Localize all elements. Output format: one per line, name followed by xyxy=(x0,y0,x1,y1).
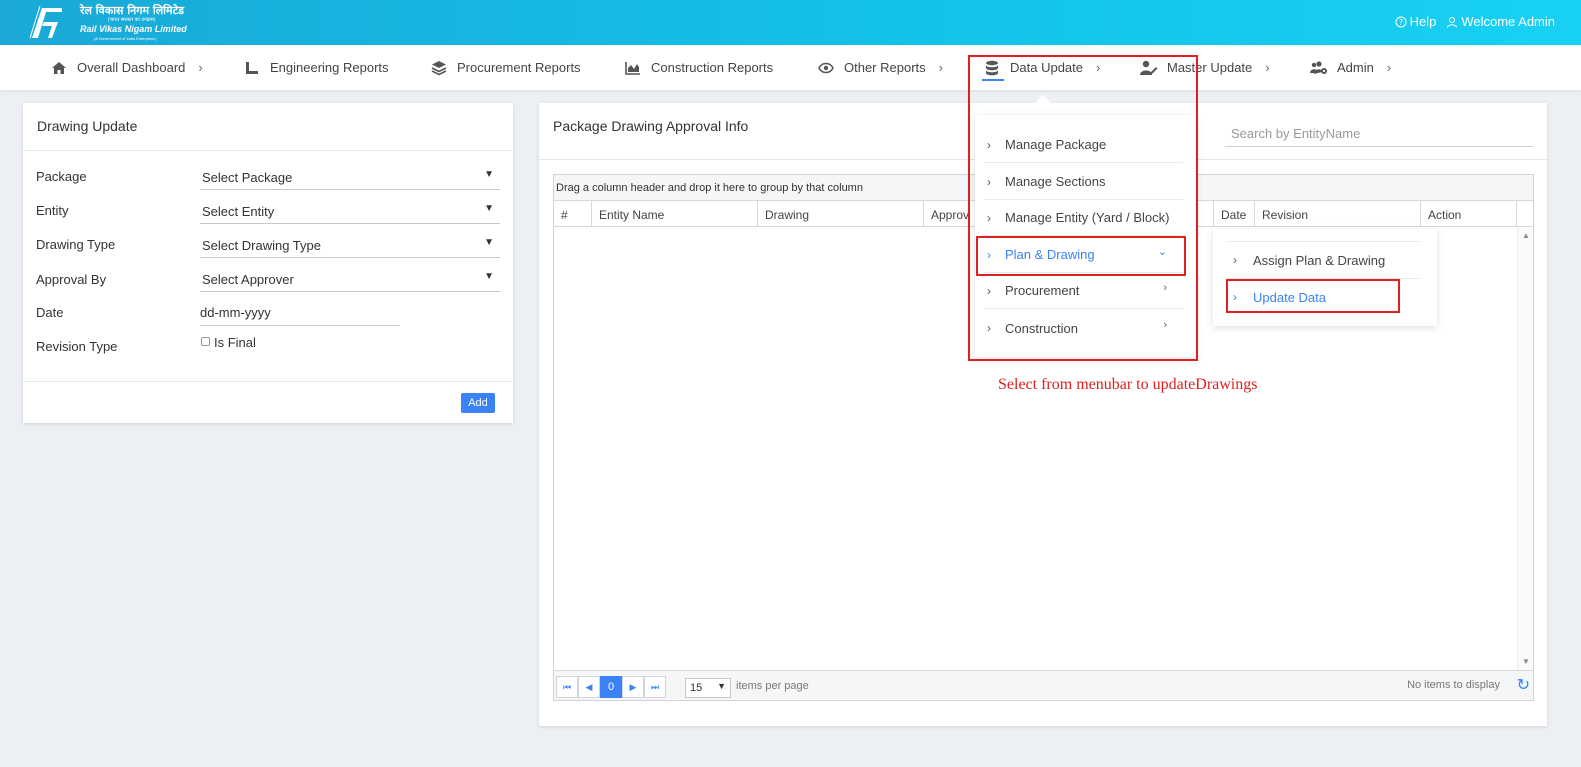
rvnl-logo-icon xyxy=(29,5,62,39)
column-header-action[interactable]: Action xyxy=(1421,201,1517,227)
prev-page-icon[interactable]: ◀ xyxy=(578,676,600,698)
question-circle-icon: ? xyxy=(1395,16,1407,27)
highlight-box-data-update xyxy=(968,55,1198,361)
approval-info-title: Package Drawing Approval Info xyxy=(553,118,749,134)
column-header-revision[interactable]: Revision xyxy=(1255,201,1421,227)
logo-small-text: (भारत सरकार का उपक्रम) xyxy=(108,17,156,23)
drawing-type-label: Drawing Type xyxy=(36,237,116,252)
home-icon xyxy=(50,59,68,77)
entity-select[interactable]: Select Entity ▼ xyxy=(200,200,500,224)
user-icon xyxy=(1447,16,1458,28)
add-button[interactable]: Add xyxy=(461,393,495,413)
nav-procurement-reports[interactable]: Procurement Reports xyxy=(430,45,581,90)
nav-label: Overall Dashboard xyxy=(77,60,186,75)
users-cog-icon xyxy=(1310,59,1328,77)
eye-icon xyxy=(817,59,835,77)
divider xyxy=(23,150,513,151)
no-items-label: No items to display xyxy=(1407,679,1500,691)
logo-hindi-text: रेल विकास निगम लिमिटेड xyxy=(80,4,185,17)
nav-overall-dashboard[interactable]: Overall Dashboard › xyxy=(50,45,203,90)
drawing-update-card: Drawing Update Package Select Package ▼ … xyxy=(23,103,513,423)
logo-tagline: (A Government of India Enterprise) xyxy=(94,36,156,41)
svg-text:?: ? xyxy=(1398,18,1402,27)
welcome-label: Welcome Admin xyxy=(1461,14,1555,29)
caret-down-icon: ▼ xyxy=(484,237,494,248)
caret-down-icon: ▼ xyxy=(484,271,494,282)
annotation-text: Select from menubar to updateDrawings xyxy=(998,376,1258,393)
top-header-bar: रेल विकास निगम लिमिटेड (भारत सरकार का उप… xyxy=(0,0,1581,45)
chevron-right-icon: › xyxy=(1233,253,1237,267)
page-size-value: 15 xyxy=(690,682,703,694)
chevron-right-icon: › xyxy=(938,60,943,75)
entity-search-input[interactable]: Search by EntityName xyxy=(1225,123,1533,147)
welcome-user[interactable]: Welcome Admin xyxy=(1446,14,1555,29)
date-input[interactable]: dd-mm-yyyy xyxy=(200,302,400,326)
main-navbar: Overall Dashboard › Engineering Reports … xyxy=(0,45,1581,90)
drawing-update-title: Drawing Update xyxy=(37,118,138,134)
highlight-box-update-data xyxy=(1226,279,1400,313)
rvnl-logo[interactable]: रेल विकास निगम लिमिटेड (भारत सरकार का उप… xyxy=(28,2,188,42)
scroll-up-icon[interactable]: ▲ xyxy=(1522,231,1530,240)
scroll-down-icon[interactable]: ▼ xyxy=(1522,657,1530,666)
nav-label: Construction Reports xyxy=(651,60,774,75)
package-select-value: Select Package xyxy=(202,170,293,185)
items-per-page-label: items per page xyxy=(736,680,809,692)
package-label: Package xyxy=(36,169,87,184)
nav-label: Procurement Reports xyxy=(457,60,581,75)
submenu-item-assign-plan-drawing[interactable]: › Assign Plan & Drawing xyxy=(1226,241,1421,278)
vertical-scrollbar[interactable]: ▲ ▼ xyxy=(1517,227,1533,670)
nav-label: Other Reports xyxy=(844,60,926,75)
nav-label: Engineering Reports xyxy=(270,60,389,75)
divider xyxy=(23,381,513,382)
column-header-drawing[interactable]: Drawing xyxy=(758,201,924,227)
caret-down-icon: ▼ xyxy=(484,203,494,214)
chevron-right-icon: › xyxy=(198,60,203,75)
drawing-type-select-value: Select Drawing Type xyxy=(202,238,321,253)
revision-type-label: Revision Type xyxy=(36,339,118,354)
layers-icon xyxy=(430,59,448,77)
nav-engineering-reports[interactable]: Engineering Reports xyxy=(243,45,389,90)
area-chart-icon xyxy=(624,59,642,77)
next-page-icon[interactable]: ▶ xyxy=(622,676,644,698)
chevron-right-icon: › xyxy=(1386,60,1392,75)
refresh-icon[interactable]: ↻ xyxy=(1517,675,1530,695)
last-page-icon[interactable]: ⏭ xyxy=(644,676,666,698)
column-header-entity-name[interactable]: Entity Name xyxy=(592,201,758,227)
package-select[interactable]: Select Package ▼ xyxy=(200,166,500,190)
drawing-type-select[interactable]: Select Drawing Type ▼ xyxy=(200,234,500,258)
nav-construction-reports[interactable]: Construction Reports xyxy=(624,45,773,90)
column-header-date[interactable]: Date xyxy=(1214,201,1255,227)
logo-english-text: Rail Vikas Nigam Limited xyxy=(80,24,187,34)
grid-pager: ⏮ ◀ 0 ▶ ⏭ 15 ▼ items per page No items t… xyxy=(554,670,1533,700)
approver-select[interactable]: Select Approver ▼ xyxy=(200,268,500,292)
chevron-right-icon: › xyxy=(1265,60,1270,75)
first-page-icon[interactable]: ⏮ xyxy=(556,676,578,698)
nav-admin[interactable]: Admin › xyxy=(1310,45,1391,90)
help-label: Help xyxy=(1409,14,1437,29)
header-user-area: ? Help Welcome Admin xyxy=(1395,14,1555,29)
column-header-index[interactable]: # xyxy=(554,201,592,227)
date-label: Date xyxy=(36,305,64,320)
is-final-label: Is Final xyxy=(214,335,256,350)
help-link[interactable]: ? Help xyxy=(1395,14,1437,29)
submenu-item-label: Assign Plan & Drawing xyxy=(1253,252,1386,268)
nav-other-reports[interactable]: Other Reports › xyxy=(817,45,943,90)
approval-by-label: Approval By xyxy=(36,272,107,287)
page-size-select[interactable]: 15 ▼ xyxy=(685,678,731,698)
nav-label: Admin xyxy=(1337,60,1374,75)
entity-select-value: Select Entity xyxy=(202,204,275,219)
approver-select-value: Select Approver xyxy=(202,272,294,287)
current-page-button[interactable]: 0 xyxy=(600,676,622,698)
caret-down-icon: ▼ xyxy=(484,169,494,180)
caret-down-icon: ▼ xyxy=(717,681,726,691)
is-final-checkbox[interactable] xyxy=(201,337,210,346)
highlight-box-plan-drawing xyxy=(976,236,1186,276)
entity-label: Entity xyxy=(36,203,69,218)
ruler-icon xyxy=(243,59,261,77)
